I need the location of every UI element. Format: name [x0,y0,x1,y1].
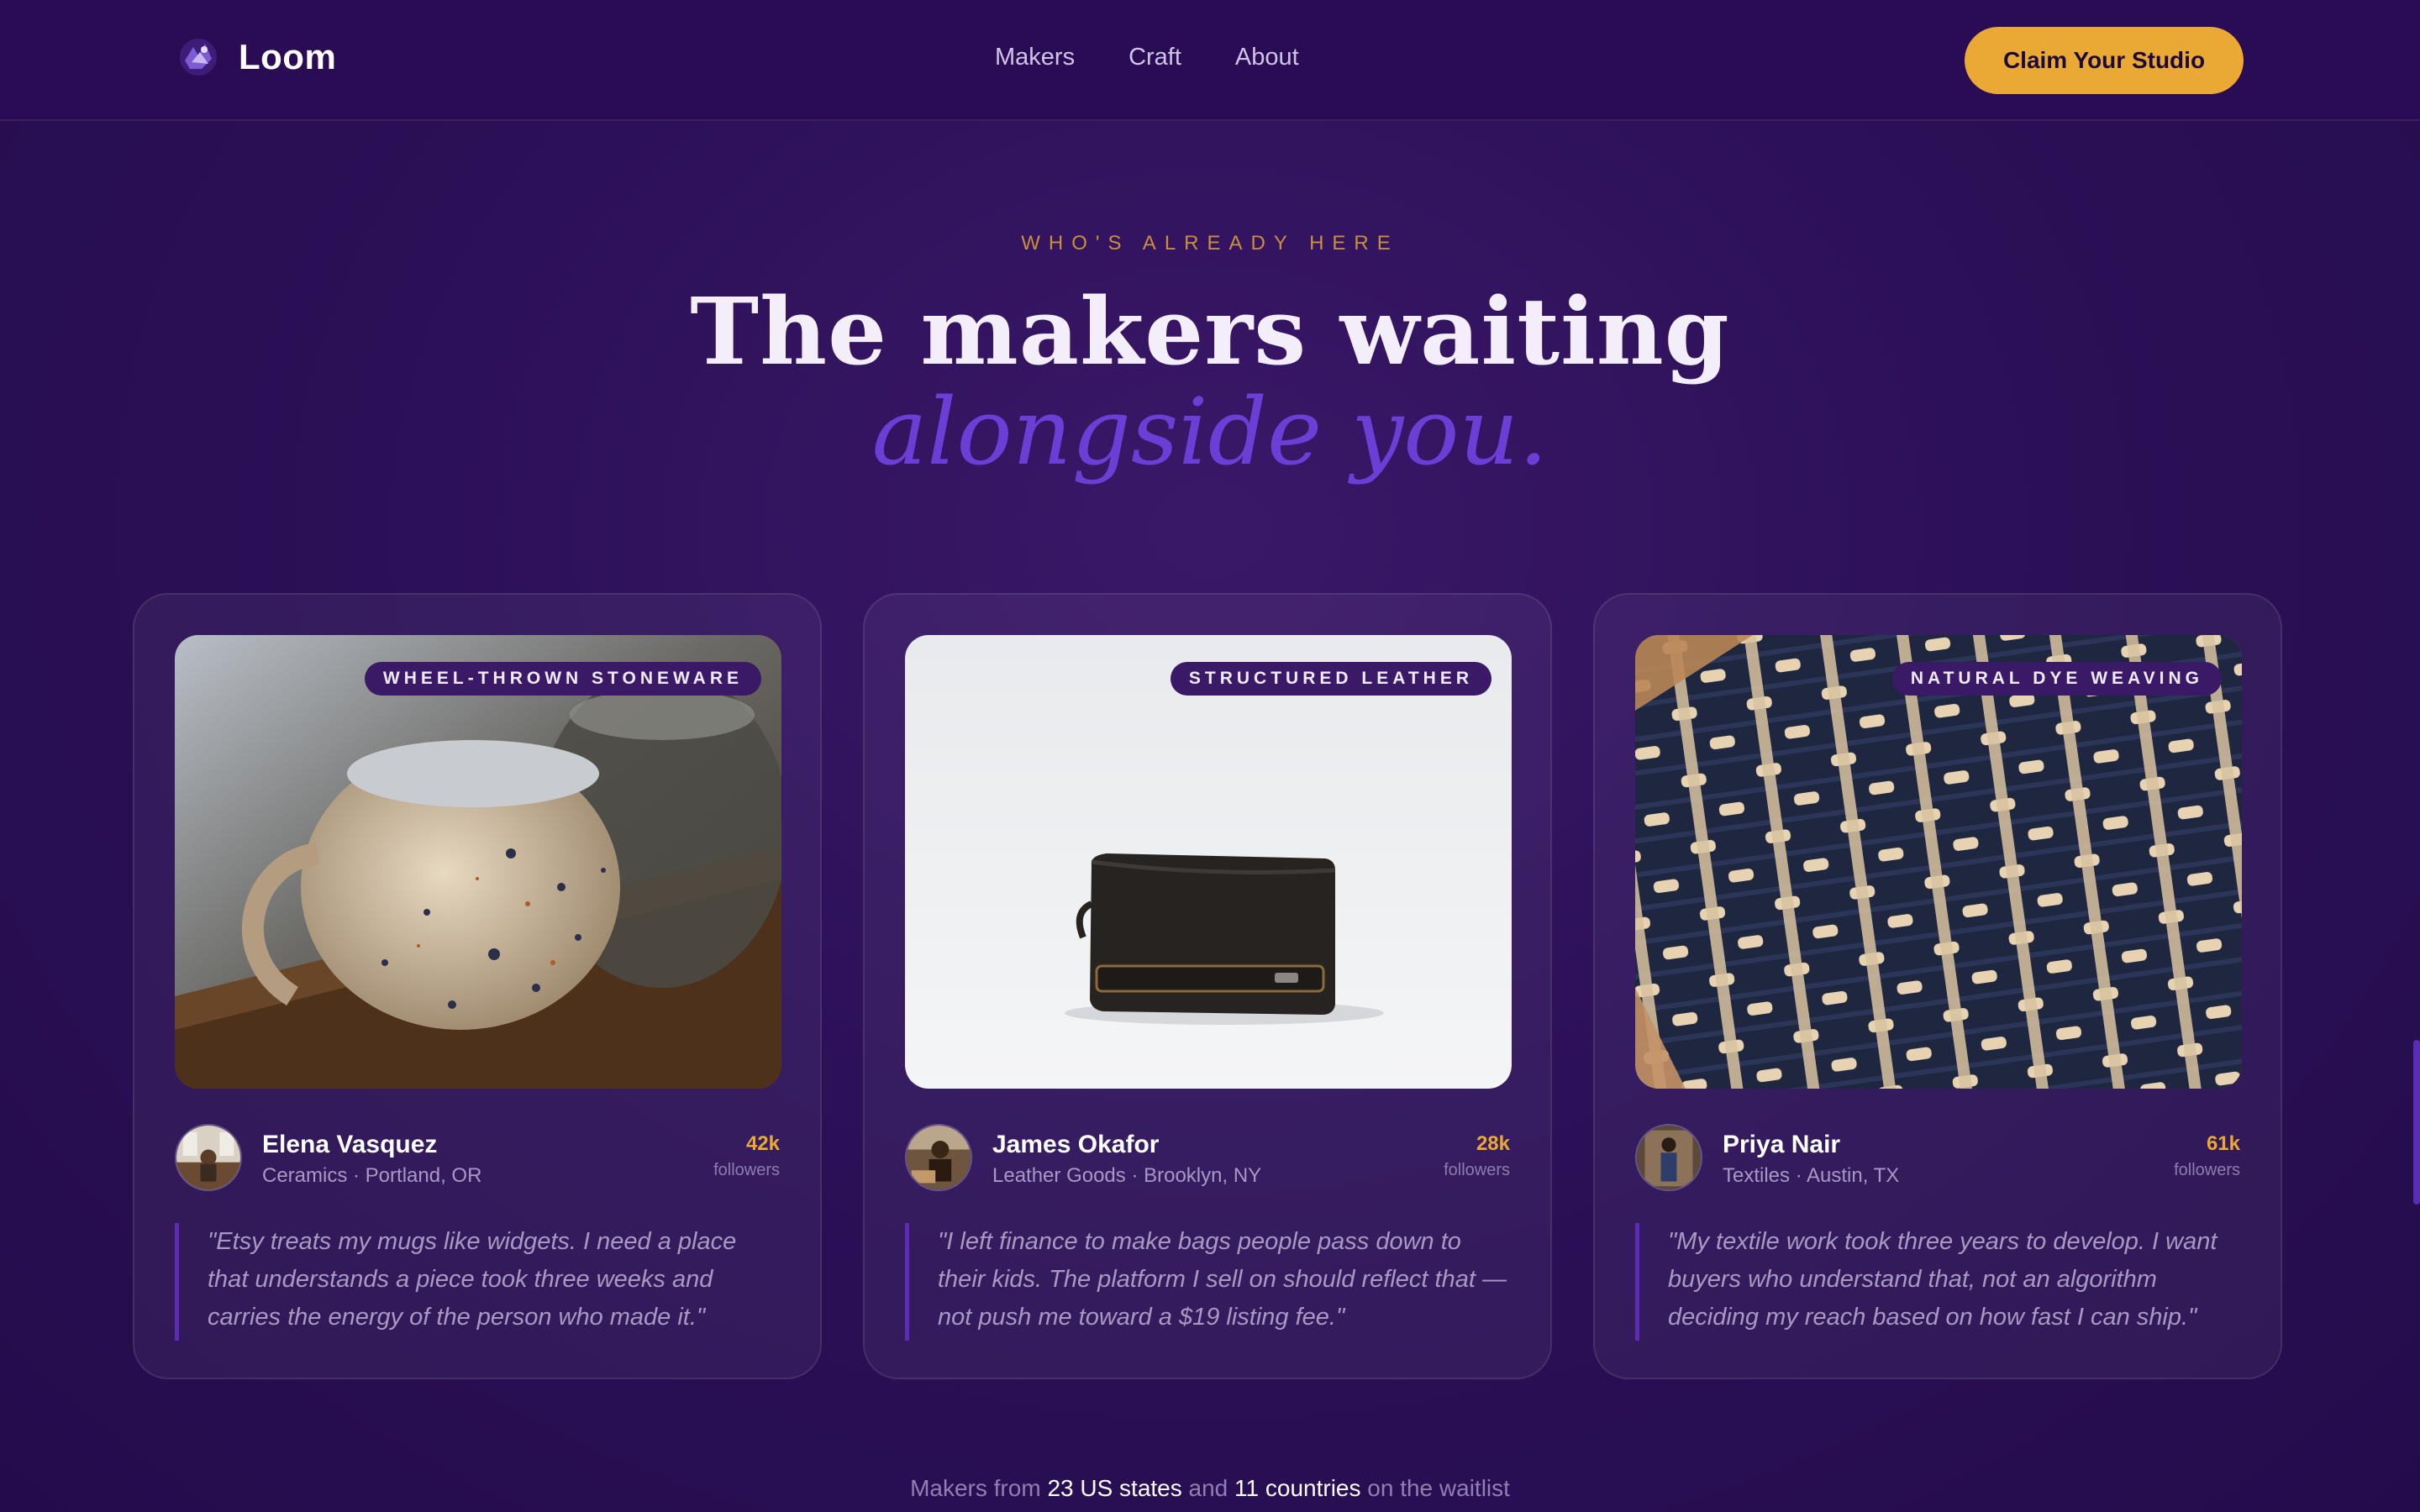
nav-link-makers[interactable]: Makers [995,44,1075,71]
avatar [175,1124,242,1191]
maker-name: Elena Vasquez [262,1131,438,1158]
maker-quote: "Etsy treats my mugs like widgets. I nee… [175,1223,783,1341]
craft-tag: WHEEL-THROWN STONEWARE [364,662,761,696]
nav-link-about[interactable]: About [1235,44,1299,71]
maker-photo-leather: STRUCTURED LEATHER [905,635,1512,1089]
follower-count: 42k [745,1132,780,1155]
waitlist-summary: Makers from 23 US states and 11 countrie… [0,1475,2420,1502]
nav-link-craft[interactable]: Craft [1128,44,1181,71]
scrollbar-thumb[interactable] [2413,1040,2420,1205]
summary-joiner: and [1188,1475,1228,1501]
maker-meta: Textiles · Austin, TX [1723,1164,1900,1187]
follower-label: followers [713,1161,780,1179]
brand-name: Loom [239,37,337,76]
maker-card-elena[interactable]: WHEEL-THROWN STONEWARE Elena Vasquez Cer… [133,593,822,1379]
main-nav-links: Makers Craft About [995,44,1299,71]
section-title-accent: alongside you. [871,378,1549,486]
maker-card-priya[interactable]: NATURAL DYE WEAVING Priya Nair Textiles … [1593,593,2282,1379]
countries-count: 11 countries [1234,1475,1361,1501]
maker-name: Priya Nair [1723,1131,1841,1158]
avatar [905,1124,972,1191]
maker-quote: "My textile work took three years to dev… [1635,1223,2244,1341]
follower-count: 28k [1476,1132,1510,1155]
maker-quote: "I left finance to make bags people pass… [905,1223,1513,1341]
follower-label: followers [2174,1161,2240,1179]
maker-card-james[interactable]: STRUCTURED LEATHER James Okafor Leather … [863,593,1552,1379]
loom-logo-icon [180,39,217,76]
states-count: 23 US states [1047,1475,1182,1501]
craft-tag: STRUCTURED LEATHER [1170,662,1491,696]
follower-count: 61k [2206,1132,2240,1155]
follower-label: followers [1444,1161,1510,1179]
maker-photo-ceramics: WHEEL-THROWN STONEWARE [175,635,781,1089]
avatar [1635,1124,1702,1191]
top-navigation: Loom Makers Craft About Claim Your Studi… [0,0,2420,121]
maker-photo-textiles: NATURAL DYE WEAVING [1635,635,2242,1089]
section-title: The makers waiting [690,277,1730,386]
maker-name: James Okafor [992,1131,1160,1158]
summary-prefix: Makers from [910,1475,1041,1501]
summary-suffix: on the waitlist [1367,1475,1510,1501]
claim-studio-button[interactable]: Claim Your Studio [1965,27,2244,94]
craft-tag: NATURAL DYE WEAVING [1891,662,2222,696]
maker-meta: Leather Goods · Brooklyn, NY [992,1164,1262,1187]
section-eyebrow: WHO'S ALREADY HERE [1021,232,1399,255]
maker-meta: Ceramics · Portland, OR [262,1164,482,1187]
brand-logo[interactable]: Loom [176,35,336,79]
